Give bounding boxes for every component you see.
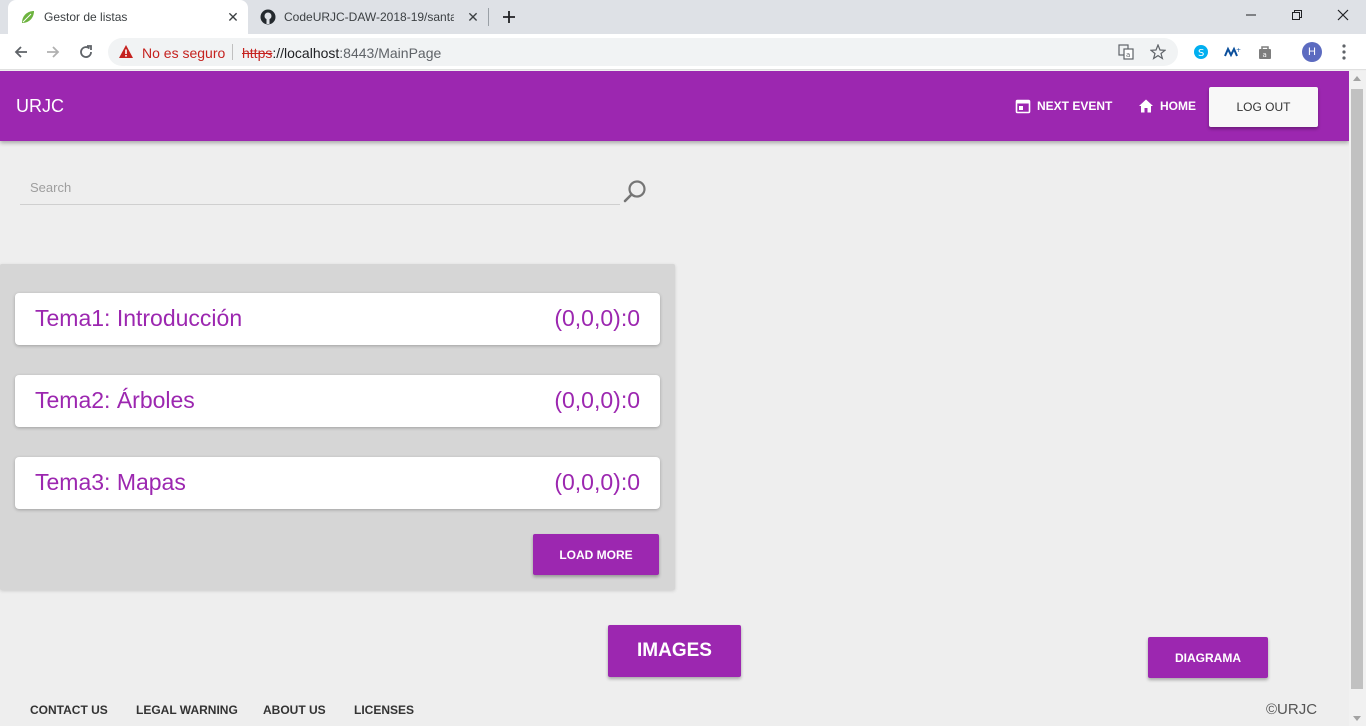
extension-bag-icon[interactable]: a bbox=[1255, 42, 1275, 62]
logout-button[interactable]: LOG OUT bbox=[1209, 87, 1318, 127]
svg-text:S: S bbox=[1198, 48, 1204, 59]
skype-icon[interactable]: S bbox=[1191, 42, 1211, 62]
divider bbox=[232, 44, 233, 60]
close-tab-icon[interactable]: ✕ bbox=[224, 8, 242, 26]
topic-score: (0,0,0):0 bbox=[554, 305, 640, 331]
minimize-icon[interactable] bbox=[1228, 0, 1274, 30]
github-icon bbox=[260, 9, 276, 25]
url-path: :8443/MainPage bbox=[339, 45, 442, 61]
topic-list-panel: Tema1: Introducción (0,0,0):0 Tema2: Árb… bbox=[0, 264, 675, 590]
url-scheme: https bbox=[242, 45, 273, 61]
footer-licenses-link[interactable]: LICENSES bbox=[354, 703, 414, 717]
home-link[interactable]: HOME bbox=[1138, 95, 1196, 117]
brand-logo[interactable]: URJC bbox=[16, 96, 64, 117]
next-event-link[interactable]: NEXT EVENT bbox=[1015, 95, 1112, 117]
topic-card[interactable]: Tema1: Introducción (0,0,0):0 bbox=[15, 293, 660, 345]
next-event-label: NEXT EVENT bbox=[1037, 99, 1113, 113]
close-tab-icon[interactable]: ✕ bbox=[464, 8, 482, 26]
browser-toolbar: No es seguro https://localhost:8443/Main… bbox=[0, 34, 1366, 70]
forward-arrow-icon[interactable] bbox=[41, 40, 65, 64]
address-bar[interactable]: No es seguro https://localhost:8443/Main… bbox=[108, 38, 1178, 66]
security-label[interactable]: No es seguro bbox=[142, 45, 225, 61]
svg-text:+: + bbox=[1236, 47, 1241, 54]
url-host: ://localhost bbox=[272, 45, 340, 61]
topic-title: Tema2: Árboles bbox=[35, 387, 195, 413]
page-scrollbar[interactable] bbox=[1349, 71, 1366, 726]
copyright-text: ©URJC bbox=[1266, 701, 1318, 718]
page-viewport: URJC NEXT EVENT HOME LOG OUT Tema1: Intr… bbox=[0, 71, 1366, 726]
diagrama-button[interactable]: DIAGRAMA bbox=[1148, 637, 1268, 678]
warning-icon[interactable] bbox=[118, 44, 134, 60]
topic-score: (0,0,0):0 bbox=[554, 469, 640, 495]
translate-icon[interactable]: a bbox=[1118, 44, 1134, 60]
restore-icon[interactable] bbox=[1274, 0, 1320, 30]
spring-leaf-icon bbox=[20, 9, 36, 25]
footer-legal-link[interactable]: LEGAL WARNING bbox=[136, 703, 238, 717]
new-tab-icon[interactable] bbox=[498, 6, 520, 28]
tab-separator bbox=[488, 8, 489, 26]
search-field bbox=[20, 171, 620, 205]
home-label: HOME bbox=[1160, 99, 1196, 113]
search-input[interactable] bbox=[20, 171, 616, 203]
reload-icon[interactable] bbox=[74, 40, 98, 64]
back-arrow-icon[interactable] bbox=[9, 40, 33, 64]
scroll-down-icon[interactable] bbox=[1353, 716, 1361, 721]
topic-card[interactable]: Tema3: Mapas (0,0,0):0 bbox=[15, 457, 660, 509]
calendar-icon bbox=[1015, 99, 1031, 114]
url-text[interactable]: https://localhost:8443/MainPage bbox=[242, 45, 441, 61]
scroll-up-icon[interactable] bbox=[1353, 76, 1361, 81]
scrollbar-thumb[interactable] bbox=[1351, 89, 1363, 689]
topic-card[interactable]: Tema2: Árboles (0,0,0):0 bbox=[15, 375, 660, 427]
svg-text:a: a bbox=[1126, 51, 1130, 59]
topic-title: Tema3: Mapas bbox=[35, 469, 186, 495]
load-more-button[interactable]: LOAD MORE bbox=[533, 534, 659, 575]
footer-about-link[interactable]: ABOUT US bbox=[263, 703, 326, 717]
footer-contact-link[interactable]: CONTACT US bbox=[30, 703, 108, 717]
topic-title: Tema1: Introducción bbox=[35, 305, 243, 331]
close-window-icon[interactable] bbox=[1320, 0, 1366, 30]
menu-dots-icon[interactable] bbox=[1334, 42, 1354, 62]
tab-title: CodeURJC-DAW-2018-19/santat bbox=[284, 10, 454, 24]
browser-tab[interactable]: CodeURJC-DAW-2018-19/santat ✕ bbox=[248, 0, 488, 34]
profile-avatar[interactable]: H bbox=[1302, 42, 1322, 62]
search-icon[interactable] bbox=[622, 179, 648, 205]
bookmark-star-icon[interactable] bbox=[1150, 44, 1166, 60]
tab-title: Gestor de listas bbox=[44, 10, 128, 24]
app-header: URJC NEXT EVENT HOME LOG OUT bbox=[0, 71, 1349, 141]
movistar-icon[interactable]: + bbox=[1222, 42, 1242, 62]
home-icon bbox=[1139, 99, 1153, 113]
browser-tab-strip: Gestor de listas ✕ CodeURJC-DAW-2018-19/… bbox=[0, 0, 1366, 34]
svg-text:a: a bbox=[1263, 51, 1267, 59]
topic-score: (0,0,0):0 bbox=[554, 387, 640, 413]
browser-tab-active[interactable]: Gestor de listas ✕ bbox=[8, 0, 248, 34]
images-button[interactable]: IMAGES bbox=[608, 625, 741, 677]
